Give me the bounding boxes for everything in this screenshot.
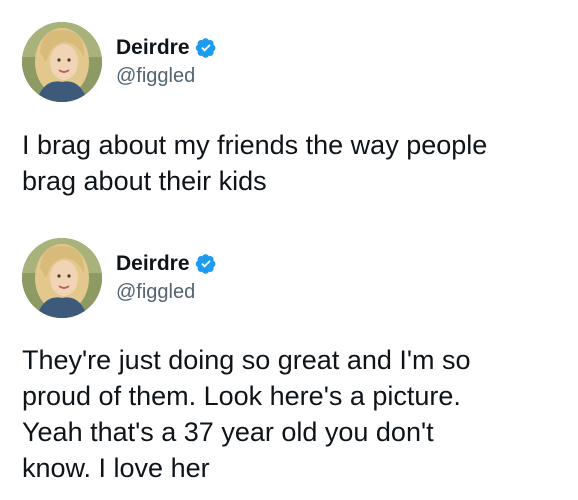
tweet-header: Deirdre @figgled	[22, 238, 217, 318]
display-name[interactable]: Deirdre	[116, 34, 190, 62]
tweet-text: I brag about my friends the way people b…	[22, 130, 488, 196]
handle[interactable]: @figgled	[116, 278, 217, 306]
name-row: Deirdre	[116, 250, 217, 278]
author-info: Deirdre @figgled	[116, 238, 217, 318]
display-name[interactable]: Deirdre	[116, 250, 190, 278]
name-row: Deirdre	[116, 34, 217, 62]
avatar[interactable]	[22, 22, 102, 102]
tweet-header: Deirdre @figgled	[22, 22, 217, 102]
verified-badge-icon	[195, 37, 217, 59]
tweet-text: They're just doing so great and I'm so p…	[22, 345, 471, 483]
handle[interactable]: @figgled	[116, 62, 217, 90]
verified-badge-icon	[195, 253, 217, 275]
author-info: Deirdre @figgled	[116, 22, 217, 102]
avatar-image	[22, 238, 102, 318]
avatar-image	[22, 22, 102, 102]
avatar[interactable]	[22, 238, 102, 318]
